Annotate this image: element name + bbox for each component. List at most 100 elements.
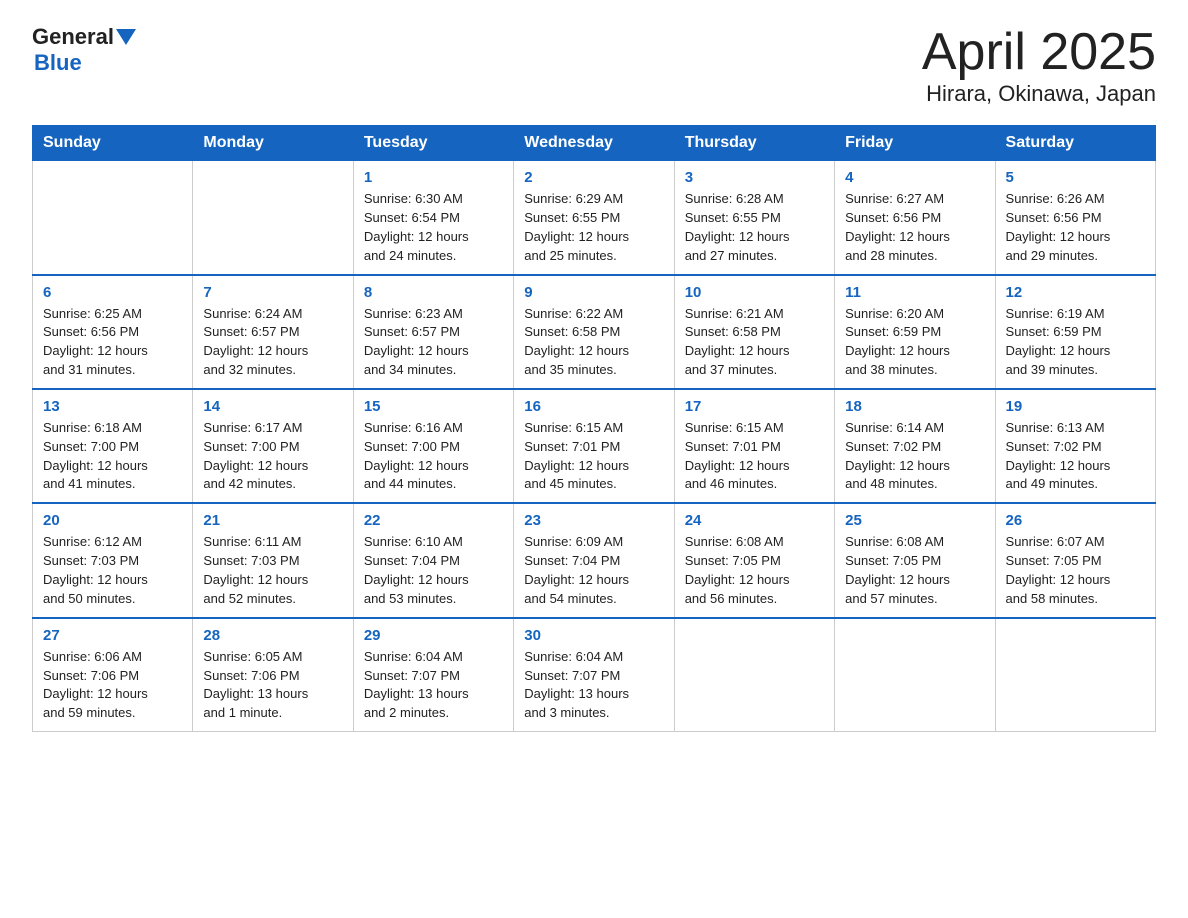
day-number: 14: [203, 398, 342, 415]
calendar-location: Hirara, Okinawa, Japan: [922, 81, 1156, 107]
calendar-header-row: Sunday Monday Tuesday Wednesday Thursday…: [33, 126, 1156, 161]
day-info: Sunrise: 6:15 AM Sunset: 7:01 PM Dayligh…: [524, 419, 663, 494]
day-number: 13: [43, 398, 182, 415]
calendar-cell: 22Sunrise: 6:10 AM Sunset: 7:04 PM Dayli…: [353, 503, 513, 617]
day-info: Sunrise: 6:09 AM Sunset: 7:04 PM Dayligh…: [524, 533, 663, 608]
logo-blue-text: Blue: [34, 50, 136, 76]
day-number: 15: [364, 398, 503, 415]
day-info: Sunrise: 6:12 AM Sunset: 7:03 PM Dayligh…: [43, 533, 182, 608]
day-number: 6: [43, 284, 182, 301]
col-monday: Monday: [193, 126, 353, 161]
calendar-week-row: 6 Sunrise: 6:25 AM Sunset: 6:56 PM Daylig…: [33, 275, 1156, 389]
day-number: 27: [43, 627, 182, 644]
day-number: 25: [845, 512, 984, 529]
day-number: 21: [203, 512, 342, 529]
calendar-cell: 14 Sunrise: 6:17 AM Sunset: 7:00 PM Dayli…: [193, 389, 353, 503]
day-number: 18: [845, 398, 984, 415]
day-info: Sunrise: 6:21 AM Sunset: 6:58 PM Dayligh…: [685, 305, 824, 380]
day-info: Sunrise: 6:18 AM Sunset: 7:00 PM Dayligh…: [43, 419, 182, 494]
calendar-title: April 2025: [922, 24, 1156, 81]
calendar-cell: 28Sunrise: 6:05 AM Sunset: 7:06 PM Dayli…: [193, 618, 353, 732]
day-number: 12: [1006, 284, 1145, 301]
logo: General Blue: [32, 24, 136, 76]
day-info: Sunrise: 6:05 AM Sunset: 7:06 PM Dayligh…: [203, 648, 342, 723]
day-number: 7: [203, 284, 342, 301]
calendar-cell: 11 Sunrise: 6:20 AM Sunset: 6:59 PM Dayli…: [835, 275, 995, 389]
calendar-table: Sunday Monday Tuesday Wednesday Thursday…: [32, 125, 1156, 732]
day-number: 9: [524, 284, 663, 301]
day-info: Sunrise: 6:15 AM Sunset: 7:01 PM Dayligh…: [685, 419, 824, 494]
calendar-cell: 27 Sunrise: 6:06 AM Sunset: 7:06 PM Dayli…: [33, 618, 193, 732]
day-info: Sunrise: 6:11 AM Sunset: 7:03 PM Dayligh…: [203, 533, 342, 608]
day-number: 30: [524, 627, 663, 644]
day-number: 1: [364, 169, 503, 186]
col-tuesday: Tuesday: [353, 126, 513, 161]
day-number: 17: [685, 398, 824, 415]
calendar-week-row: 27 Sunrise: 6:06 AM Sunset: 7:06 PM Dayli…: [33, 618, 1156, 732]
calendar-cell: 1 Sunrise: 6:30 AM Sunset: 6:54 PM Daylig…: [353, 161, 513, 275]
day-info: Sunrise: 6:29 AM Sunset: 6:55 PM Dayligh…: [524, 190, 663, 265]
day-number: 5: [1006, 169, 1145, 186]
day-number: 29: [364, 627, 503, 644]
day-info: Sunrise: 6:25 AM Sunset: 6:56 PM Dayligh…: [43, 305, 182, 380]
title-block: April 2025 Hirara, Okinawa, Japan: [922, 24, 1156, 107]
day-info: Sunrise: 6:23 AM Sunset: 6:57 PM Dayligh…: [364, 305, 503, 380]
logo-general-text: General: [32, 24, 114, 50]
day-number: 8: [364, 284, 503, 301]
calendar-cell: [33, 161, 193, 275]
calendar-cell: 19 Sunrise: 6:13 AM Sunset: 7:02 PM Dayli…: [995, 389, 1155, 503]
calendar-cell: 10 Sunrise: 6:21 AM Sunset: 6:58 PM Dayli…: [674, 275, 834, 389]
day-info: Sunrise: 6:19 AM Sunset: 6:59 PM Dayligh…: [1006, 305, 1145, 380]
day-number: 24: [685, 512, 824, 529]
calendar-week-row: 1 Sunrise: 6:30 AM Sunset: 6:54 PM Daylig…: [33, 161, 1156, 275]
day-number: 20: [43, 512, 182, 529]
day-info: Sunrise: 6:30 AM Sunset: 6:54 PM Dayligh…: [364, 190, 503, 265]
calendar-cell: [995, 618, 1155, 732]
calendar-cell: 25 Sunrise: 6:08 AM Sunset: 7:05 PM Dayli…: [835, 503, 995, 617]
calendar-cell: 2 Sunrise: 6:29 AM Sunset: 6:55 PM Daylig…: [514, 161, 674, 275]
day-number: 16: [524, 398, 663, 415]
day-number: 10: [685, 284, 824, 301]
day-info: Sunrise: 6:06 AM Sunset: 7:06 PM Dayligh…: [43, 648, 182, 723]
calendar-cell: 9Sunrise: 6:22 AM Sunset: 6:58 PM Daylig…: [514, 275, 674, 389]
calendar-cell: 12 Sunrise: 6:19 AM Sunset: 6:59 PM Dayli…: [995, 275, 1155, 389]
calendar-cell: 26 Sunrise: 6:07 AM Sunset: 7:05 PM Dayli…: [995, 503, 1155, 617]
day-info: Sunrise: 6:20 AM Sunset: 6:59 PM Dayligh…: [845, 305, 984, 380]
day-number: 26: [1006, 512, 1145, 529]
day-info: Sunrise: 6:04 AM Sunset: 7:07 PM Dayligh…: [364, 648, 503, 723]
day-info: Sunrise: 6:10 AM Sunset: 7:04 PM Dayligh…: [364, 533, 503, 608]
calendar-cell: 18Sunrise: 6:14 AM Sunset: 7:02 PM Dayli…: [835, 389, 995, 503]
calendar-week-row: 13 Sunrise: 6:18 AM Sunset: 7:00 PM Dayli…: [33, 389, 1156, 503]
calendar-cell: 6 Sunrise: 6:25 AM Sunset: 6:56 PM Daylig…: [33, 275, 193, 389]
day-info: Sunrise: 6:13 AM Sunset: 7:02 PM Dayligh…: [1006, 419, 1145, 494]
calendar-cell: 5 Sunrise: 6:26 AM Sunset: 6:56 PM Daylig…: [995, 161, 1155, 275]
day-info: Sunrise: 6:16 AM Sunset: 7:00 PM Dayligh…: [364, 419, 503, 494]
col-wednesday: Wednesday: [514, 126, 674, 161]
col-thursday: Thursday: [674, 126, 834, 161]
calendar-cell: 29 Sunrise: 6:04 AM Sunset: 7:07 PM Dayli…: [353, 618, 513, 732]
day-info: Sunrise: 6:08 AM Sunset: 7:05 PM Dayligh…: [845, 533, 984, 608]
day-number: 11: [845, 284, 984, 301]
calendar-cell: 17 Sunrise: 6:15 AM Sunset: 7:01 PM Dayli…: [674, 389, 834, 503]
calendar-cell: 16 Sunrise: 6:15 AM Sunset: 7:01 PM Dayli…: [514, 389, 674, 503]
day-number: 19: [1006, 398, 1145, 415]
day-info: Sunrise: 6:07 AM Sunset: 7:05 PM Dayligh…: [1006, 533, 1145, 608]
day-info: Sunrise: 6:26 AM Sunset: 6:56 PM Dayligh…: [1006, 190, 1145, 265]
calendar-cell: [674, 618, 834, 732]
calendar-cell: 24 Sunrise: 6:08 AM Sunset: 7:05 PM Dayli…: [674, 503, 834, 617]
calendar-cell: 4Sunrise: 6:27 AM Sunset: 6:56 PM Daylig…: [835, 161, 995, 275]
col-sunday: Sunday: [33, 126, 193, 161]
day-number: 2: [524, 169, 663, 186]
calendar-week-row: 20 Sunrise: 6:12 AM Sunset: 7:03 PM Dayli…: [33, 503, 1156, 617]
col-saturday: Saturday: [995, 126, 1155, 161]
day-info: Sunrise: 6:04 AM Sunset: 7:07 PM Dayligh…: [524, 648, 663, 723]
day-info: Sunrise: 6:28 AM Sunset: 6:55 PM Dayligh…: [685, 190, 824, 265]
calendar-cell: 23Sunrise: 6:09 AM Sunset: 7:04 PM Dayli…: [514, 503, 674, 617]
day-info: Sunrise: 6:08 AM Sunset: 7:05 PM Dayligh…: [685, 533, 824, 608]
page-header: General Blue April 2025 Hirara, Okinawa,…: [32, 24, 1156, 107]
day-number: 4: [845, 169, 984, 186]
day-number: 3: [685, 169, 824, 186]
calendar-cell: 20 Sunrise: 6:12 AM Sunset: 7:03 PM Dayli…: [33, 503, 193, 617]
day-info: Sunrise: 6:17 AM Sunset: 7:00 PM Dayligh…: [203, 419, 342, 494]
calendar-cell: 30 Sunrise: 6:04 AM Sunset: 7:07 PM Dayli…: [514, 618, 674, 732]
